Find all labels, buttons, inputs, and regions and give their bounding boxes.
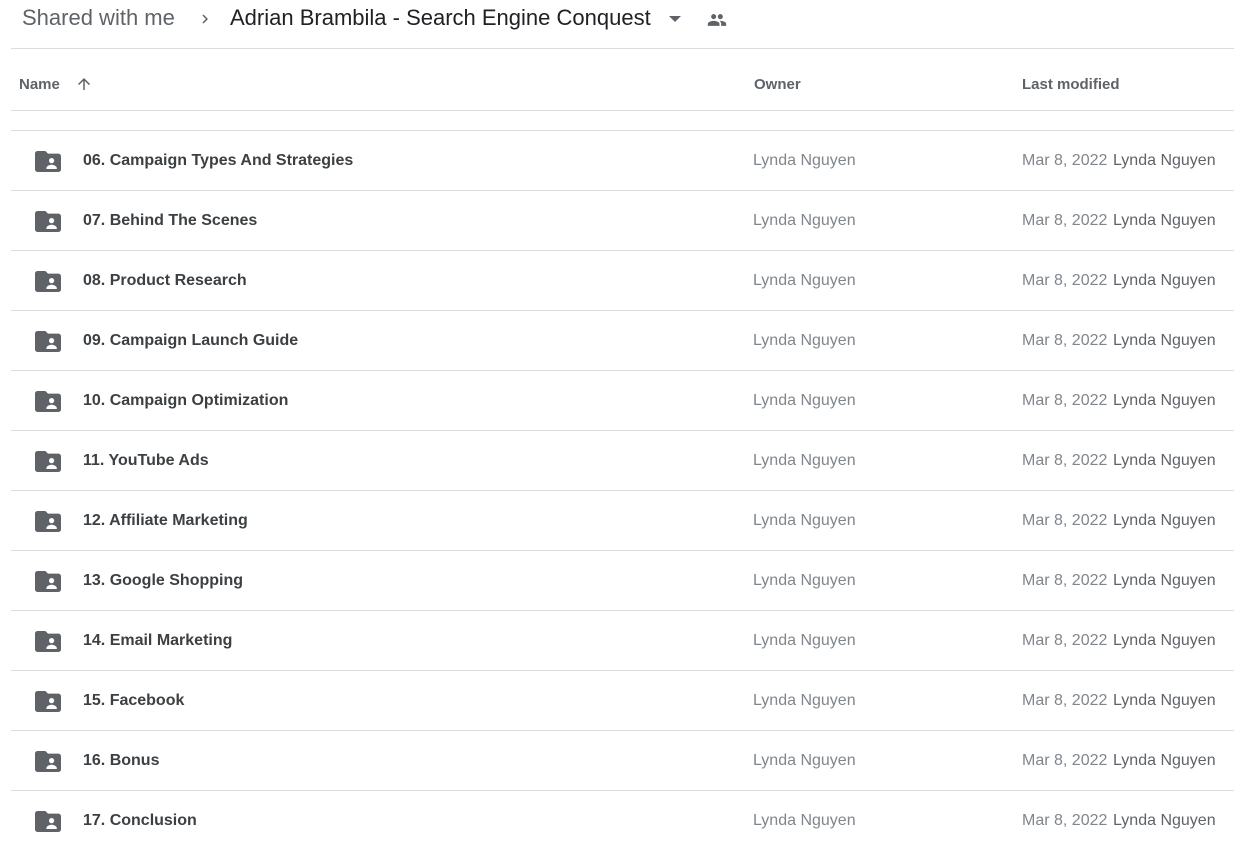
folder-modified-by: Lynda Nguyen bbox=[1113, 512, 1216, 529]
breadcrumb-current-folder[interactable]: Adrian Brambila - Search Engine Conquest bbox=[230, 5, 651, 31]
folder-modified-date: Mar 8, 2022 bbox=[1022, 692, 1108, 709]
shared-folder-icon bbox=[35, 451, 61, 472]
folder-modified-by: Lynda Nguyen bbox=[1113, 272, 1216, 289]
breadcrumb-shared-with-me[interactable]: Shared with me bbox=[22, 5, 175, 31]
folder-name: 07. Behind The Scenes bbox=[83, 212, 258, 229]
folder-modified-date: Mar 8, 2022 bbox=[1022, 272, 1108, 289]
people-icon bbox=[707, 14, 727, 26]
folder-name: 10. Campaign Optimization bbox=[83, 392, 289, 409]
folder-modified-date: Mar 8, 2022 bbox=[1022, 332, 1108, 349]
column-header-divider bbox=[11, 110, 1234, 111]
folder-modified-by: Lynda Nguyen bbox=[1113, 812, 1216, 829]
folder-modified-date: Mar 8, 2022 bbox=[1022, 152, 1108, 169]
folder-modified-by: Lynda Nguyen bbox=[1113, 392, 1216, 409]
folder-modified-date: Mar 8, 2022 bbox=[1022, 812, 1108, 829]
folder-owner: Lynda Nguyen bbox=[753, 752, 856, 769]
breadcrumb: Shared with me Adrian Brambila - Search … bbox=[0, 0, 1234, 40]
folder-modified-by: Lynda Nguyen bbox=[1113, 452, 1216, 469]
shared-folder-icon bbox=[35, 331, 61, 352]
folder-modified-by: Lynda Nguyen bbox=[1113, 692, 1216, 709]
shared-folder-icon bbox=[35, 211, 61, 232]
arrow-up-icon[interactable] bbox=[75, 75, 93, 93]
list-item[interactable]: 09. Campaign Launch Guide Lynda Nguyen Mar… bbox=[11, 310, 1234, 370]
folder-owner: Lynda Nguyen bbox=[753, 452, 856, 469]
list-item[interactable]: 12. Affiliate Marketing Lynda Nguyen Mar 8… bbox=[11, 490, 1234, 550]
column-header-name[interactable]: Name bbox=[19, 76, 60, 93]
column-header-row: Name Owner Last modified bbox=[11, 49, 1234, 110]
folder-owner: Lynda Nguyen bbox=[753, 212, 856, 229]
shared-folder-icon bbox=[35, 391, 61, 412]
folder-name: 14. Email Marketing bbox=[83, 632, 233, 649]
folder-name: 15. Facebook bbox=[83, 692, 185, 709]
folder-owner: Lynda Nguyen bbox=[753, 812, 856, 829]
list-item[interactable]: 06. Campaign Types And Strategies Lynda N… bbox=[11, 130, 1234, 190]
folder-modified-by: Lynda Nguyen bbox=[1113, 572, 1216, 589]
folder-owner: Lynda Nguyen bbox=[753, 572, 856, 589]
list-item[interactable]: 14. Email Marketing Lynda Nguyen Mar 8, 20… bbox=[11, 610, 1234, 670]
folder-name: 16. Bonus bbox=[83, 752, 160, 769]
folder-modified-by: Lynda Nguyen bbox=[1113, 212, 1216, 229]
folder-owner: Lynda Nguyen bbox=[753, 392, 856, 409]
folder-modified-by: Lynda Nguyen bbox=[1113, 632, 1216, 649]
file-list: 06. Campaign Types And Strategies Lynda N… bbox=[11, 130, 1234, 850]
shared-folder-icon bbox=[35, 631, 61, 652]
shared-folder-icon bbox=[35, 571, 61, 592]
folder-modified-date: Mar 8, 2022 bbox=[1022, 632, 1108, 649]
folder-modified-date: Mar 8, 2022 bbox=[1022, 452, 1108, 469]
column-header-last-modified[interactable]: Last modified bbox=[1022, 76, 1120, 93]
list-item[interactable]: 15. Facebook Lynda Nguyen Mar 8, 2022 Lynda… bbox=[11, 670, 1234, 730]
column-header-owner: Owner bbox=[754, 76, 801, 93]
list-item[interactable]: 08. Product Research Lynda Nguyen Mar 8, 2… bbox=[11, 250, 1234, 310]
list-item[interactable]: 07. Behind The Scenes Lynda Nguyen Mar 8, … bbox=[11, 190, 1234, 250]
shared-folder-icon bbox=[35, 511, 61, 532]
list-item[interactable]: 13. Google Shopping Lynda Nguyen Mar 8, 20… bbox=[11, 550, 1234, 610]
folder-name: 13. Google Shopping bbox=[83, 572, 243, 589]
chevron-right-icon bbox=[202, 14, 208, 24]
folder-modified-date: Mar 8, 2022 bbox=[1022, 572, 1108, 589]
folder-modified-date: Mar 8, 2022 bbox=[1022, 212, 1108, 229]
list-item[interactable]: 11. YouTube Ads Lynda Nguyen Mar 8, 2022 Ly… bbox=[11, 430, 1234, 490]
folder-name: 09. Campaign Launch Guide bbox=[83, 332, 299, 349]
folder-owner: Lynda Nguyen bbox=[753, 272, 856, 289]
folder-owner: Lynda Nguyen bbox=[753, 692, 856, 709]
folder-name: 08. Product Research bbox=[83, 272, 247, 289]
folder-modified-by: Lynda Nguyen bbox=[1113, 752, 1216, 769]
folder-modified-by: Lynda Nguyen bbox=[1113, 332, 1216, 349]
folder-modified-date: Mar 8, 2022 bbox=[1022, 512, 1108, 529]
shared-folder-icon bbox=[35, 691, 61, 712]
list-item[interactable]: 17. Conclusion Lynda Nguyen Mar 8, 2022 Lyn… bbox=[11, 790, 1234, 850]
folder-owner: Lynda Nguyen bbox=[753, 632, 856, 649]
shared-folder-icon bbox=[35, 811, 61, 832]
folder-name: 17. Conclusion bbox=[83, 812, 197, 829]
folder-owner: Lynda Nguyen bbox=[753, 332, 856, 349]
folder-modified-date: Mar 8, 2022 bbox=[1022, 392, 1108, 409]
folder-modified-by: Lynda Nguyen bbox=[1113, 152, 1216, 169]
caret-down-icon[interactable] bbox=[668, 14, 682, 24]
folder-modified-date: Mar 8, 2022 bbox=[1022, 752, 1108, 769]
shared-folder-icon bbox=[35, 751, 61, 772]
shared-folder-icon bbox=[35, 271, 61, 292]
folder-name: 06. Campaign Types And Strategies bbox=[83, 152, 354, 169]
folder-name: 12. Affiliate Marketing bbox=[83, 512, 248, 529]
folder-owner: Lynda Nguyen bbox=[753, 152, 856, 169]
list-item[interactable]: 16. Bonus Lynda Nguyen Mar 8, 2022 Lynda Ng… bbox=[11, 730, 1234, 790]
folder-name: 11. YouTube Ads bbox=[83, 452, 209, 469]
folder-owner: Lynda Nguyen bbox=[753, 512, 856, 529]
list-item[interactable]: 10. Campaign Optimization Lynda Nguyen Mar… bbox=[11, 370, 1234, 430]
shared-folder-icon bbox=[35, 151, 61, 172]
